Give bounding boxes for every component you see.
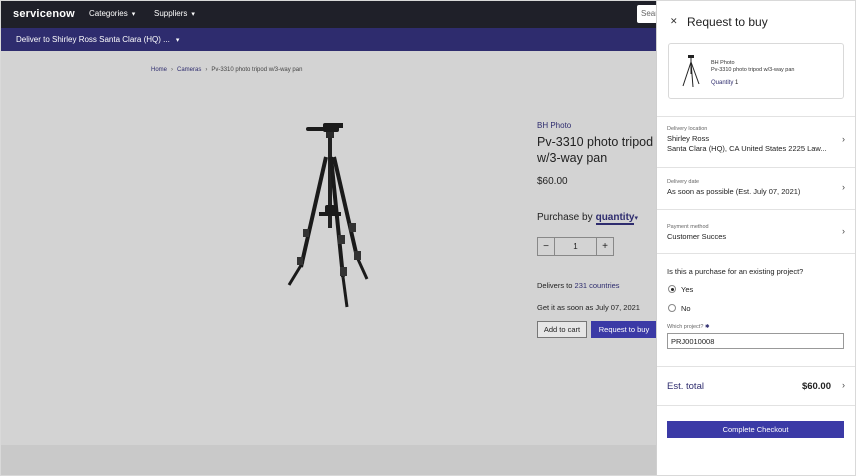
item-quantity-value: 1 [735,80,739,86]
delivers-to-label: Delivers to [537,281,573,290]
divider [657,253,855,254]
chevron-down-icon: ▾ [191,11,195,18]
payment-method-value: Customer Succes [667,232,727,241]
delivery-location-row[interactable]: Delivery location Shirley Ross Santa Cla… [657,116,855,167]
existing-project-question: Is this a purchase for an existing proje… [667,267,804,276]
order-item-card: BH Photo Pv-3310 photo tripod w/3-way pa… [668,43,844,99]
product-image [281,117,371,313]
delivery-date-label: Delivery date [667,179,700,185]
deliver-to-selector[interactable]: Deliver to Shirley Ross Santa Clara (HQ)… [16,35,179,44]
chevron-right-icon: › [171,67,174,73]
panel-title: Request to buy [687,15,768,29]
purchase-by: Purchase by quantity▾ [537,212,638,225]
purchase-by-dropdown[interactable]: quantity [595,212,635,225]
delivers-to: Delivers to 231 countries [537,281,620,290]
tripod-thumbnail-icon [682,55,700,88]
product-price: $60.00 [537,176,568,187]
quantity-stepper: − 1 + [537,237,614,256]
chevron-right-icon: › [205,67,208,73]
payment-method-label: Payment method [667,224,709,230]
product-brand[interactable]: BH Photo [537,121,571,130]
breadcrumb-current: Pv-3310 photo tripod w/3-way pan [211,67,303,73]
radio-no-label[interactable]: No [681,304,691,313]
delivery-location-label: Delivery location [667,126,708,132]
chevron-down-icon: ▾ [175,37,180,44]
suppliers-label: Suppliers [154,9,188,18]
add-to-cart-button[interactable]: Add to cart [537,321,587,338]
chevron-down-icon: ▾ [634,215,638,222]
purchase-by-label: Purchase by [537,212,593,223]
increment-button[interactable]: + [596,238,613,255]
categories-label: Categories [89,9,128,18]
close-icon[interactable]: ✕ [670,16,678,27]
radio-yes-label[interactable]: Yes [681,285,693,294]
payment-method-row[interactable]: Payment method Customer Succes › [657,209,855,253]
servicenow-logo[interactable]: servicenow [13,8,75,20]
project-input[interactable] [667,333,844,349]
delivery-date-value: As soon as possible (Est. July 07, 2021) [667,187,801,196]
complete-checkout-button[interactable]: Complete Checkout [667,421,844,438]
breadcrumb-home[interactable]: Home [151,67,167,73]
project-label-text: Which project? [667,324,704,330]
item-quantity: Quantity 1 [711,80,738,86]
suppliers-menu[interactable]: Suppliers ▾ [154,9,195,18]
item-brand: BH Photo [711,60,735,66]
delivery-location-address: Santa Clara (HQ), CA United States 2225 … [667,144,827,153]
app-frame: servicenow Categories ▾ Suppliers ▾ Sear D… [0,0,856,476]
request-to-buy-button[interactable]: Request to buy [591,321,657,338]
chevron-right-icon: › [842,226,845,236]
deliver-to-label: Deliver to Shirley Ross Santa Clara (HQ)… [16,35,170,44]
chevron-down-icon: ▾ [131,11,136,18]
breadcrumb-cameras[interactable]: Cameras [177,67,201,73]
chevron-right-icon: › [842,182,845,192]
quantity-value[interactable]: 1 [555,238,596,255]
delivery-estimate: Get it as soon as July 07, 2021 [537,303,640,312]
categories-menu[interactable]: Categories ▾ [89,9,135,18]
countries-link[interactable]: 231 countries [575,281,620,290]
decrement-button[interactable]: − [538,238,555,255]
chevron-right-icon: › [842,380,845,390]
delivery-date-row[interactable]: Delivery date As soon as possible (Est. … [657,167,855,209]
item-quantity-label: Quantity [711,80,734,86]
product-title: Pv-3310 photo tripod w/3-way pan [537,135,654,165]
est-total-label: Est. total [667,381,704,392]
est-total-row[interactable]: Est. total $60.00 › [657,366,855,406]
breadcrumb: Home › Cameras › Pv-3310 photo tripod w/3-wa… [151,67,302,73]
item-name: Pv-3310 photo tripod w/3-way pan [711,67,795,73]
tripod-icon [287,123,369,308]
delivery-location-name: Shirley Ross [667,134,710,143]
required-mark: ✱ [704,324,710,330]
chevron-right-icon: › [842,134,845,144]
project-field-label: Which project? ✱ [667,324,710,330]
radio-no[interactable] [668,304,676,312]
est-total-value: $60.00 [801,381,831,392]
request-to-buy-panel: ✕ Request to buy BH Photo Pv-3310 photo … [656,1,855,475]
radio-yes[interactable] [668,285,676,293]
